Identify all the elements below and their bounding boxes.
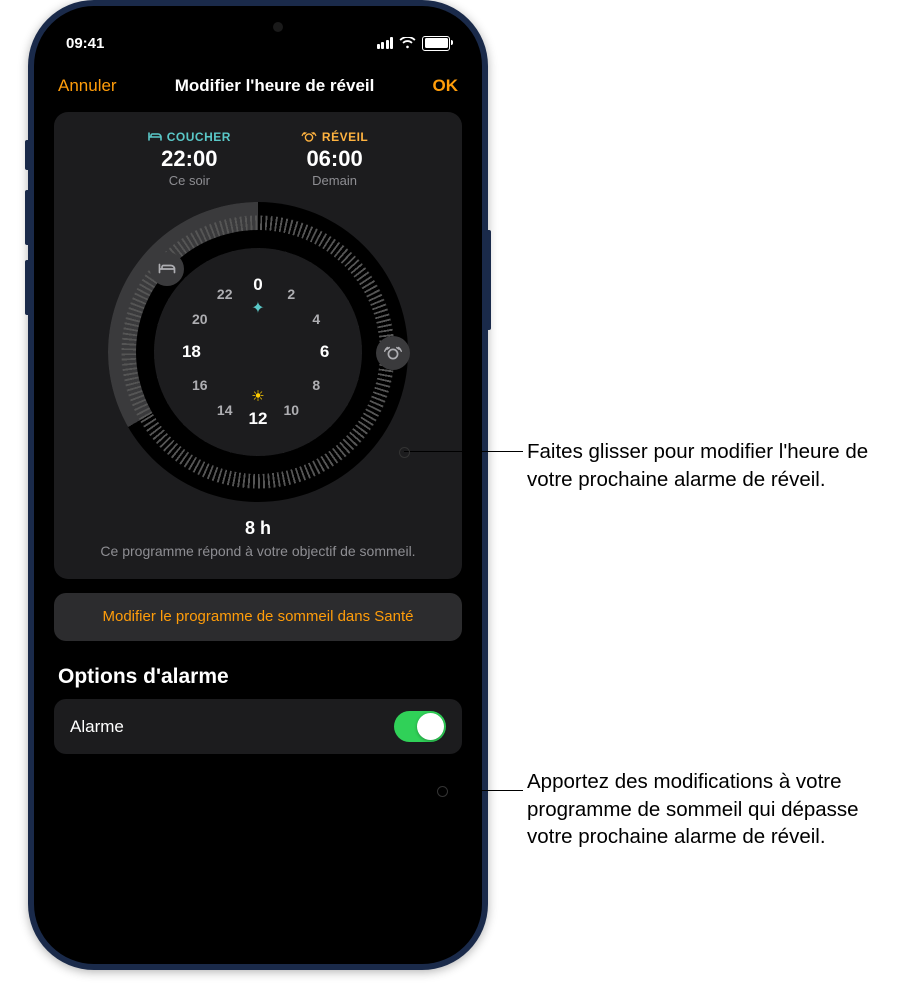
hour-marker: 0 [246, 275, 270, 295]
wake-value: 06:00 [301, 146, 368, 172]
hour-marker: 12 [246, 409, 270, 429]
hour-marker: 16 [188, 377, 212, 393]
hour-marker: 14 [213, 402, 237, 418]
hour-marker: 20 [188, 311, 212, 327]
alarm-icon [383, 345, 403, 361]
bedtime-block: COUCHER 22:00 Ce soir [148, 130, 231, 188]
callout-leader-line [404, 451, 523, 452]
alarm-label: Alarme [70, 717, 124, 737]
mute-switch [25, 140, 30, 170]
sleep-dial[interactable]: ✦ ☀ 0 2 4 6 8 10 12 14 [108, 202, 408, 502]
edit-schedule-in-health-button[interactable]: Modifier le programme de sommeil dans Sa… [54, 593, 462, 641]
wifi-icon [399, 37, 416, 49]
bedtime-label: COUCHER [167, 130, 231, 144]
clock-face: ✦ ☀ 0 2 4 6 8 10 12 14 [154, 248, 362, 456]
wake-sub: Demain [301, 173, 368, 188]
iphone-frame: 09:41 Annuler Modifier l'heure de réveil… [28, 0, 488, 970]
bedtime-value: 22:00 [148, 146, 231, 172]
notch [173, 12, 343, 42]
volume-up-button [25, 190, 30, 245]
callout-leader-line [442, 790, 523, 791]
hour-marker: 4 [304, 311, 328, 327]
duration-block: 8 h Ce programme répond à votre objectif… [68, 518, 448, 579]
cellular-signal-icon [377, 37, 394, 49]
callout-wake-handle: Faites glisser pour modifier l'heure de … [527, 438, 887, 493]
sleep-schedule-card: COUCHER 22:00 Ce soir RÉVEIL 06:00 [54, 112, 462, 579]
hour-marker: 10 [279, 402, 303, 418]
wake-label: RÉVEIL [322, 130, 368, 144]
alarm-toggle-row[interactable]: Alarme [54, 699, 462, 754]
hour-marker: 8 [304, 377, 328, 393]
sun-icon: ☀ [251, 387, 264, 405]
stars-icon: ✦ [251, 298, 264, 318]
hour-marker: 2 [279, 286, 303, 302]
page-title: Modifier l'heure de réveil [175, 76, 375, 96]
alarm-toggle[interactable] [394, 711, 446, 742]
bed-icon [148, 132, 162, 142]
hour-marker: 6 [313, 342, 337, 362]
ok-button[interactable]: OK [433, 76, 459, 96]
front-camera-icon [273, 22, 283, 32]
status-time: 09:41 [66, 35, 104, 52]
cancel-button[interactable]: Annuler [58, 76, 117, 96]
hour-marker: 18 [179, 342, 203, 362]
volume-down-button [25, 260, 30, 315]
battery-icon [422, 36, 450, 51]
alarm-options-heading: Options d'alarme [58, 665, 458, 689]
duration-hours: 8 h [86, 518, 430, 539]
power-button [486, 230, 491, 330]
bedtime-sub: Ce soir [148, 173, 231, 188]
wake-block: RÉVEIL 06:00 Demain [301, 130, 368, 188]
bed-icon [158, 263, 176, 275]
duration-note: Ce programme répond à votre objectif de … [86, 542, 430, 561]
alarm-ring-icon [301, 131, 317, 143]
nav-bar: Annuler Modifier l'heure de réveil OK [40, 60, 476, 106]
callout-edit-schedule: Apportez des modifications à votre progr… [527, 768, 887, 851]
bedtime-handle[interactable] [150, 252, 184, 286]
wake-handle[interactable] [376, 336, 410, 370]
hour-marker: 22 [213, 286, 237, 302]
